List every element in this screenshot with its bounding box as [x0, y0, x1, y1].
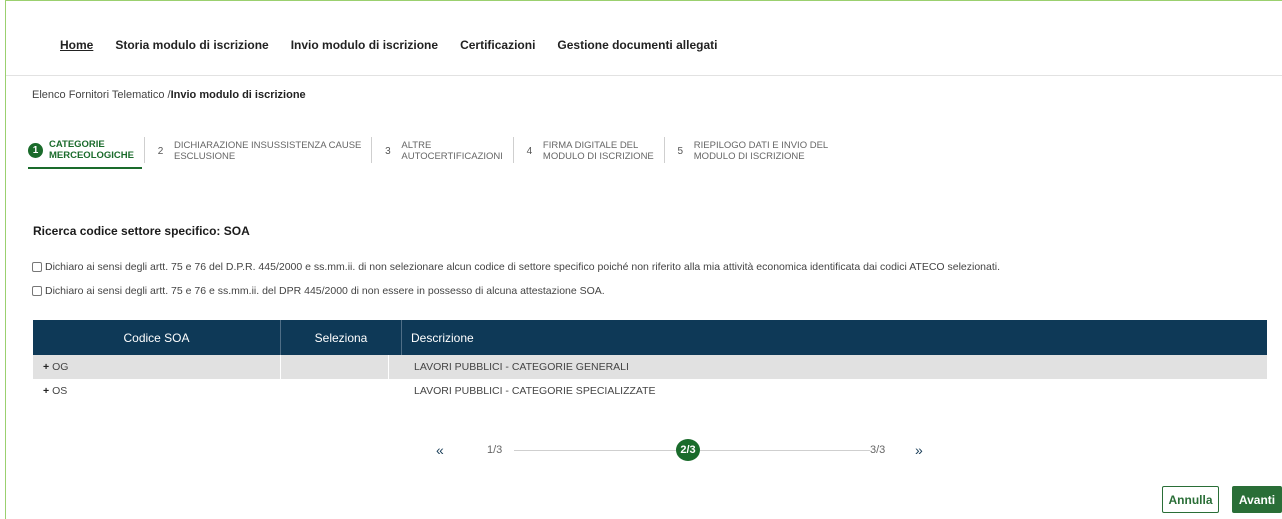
step-number-4: 4 — [526, 145, 533, 157]
step-categorie[interactable]: 1 CATEGORIE MERCEOLOGICHE — [28, 133, 142, 169]
header-codice-soa: Codice SOA — [33, 320, 281, 355]
breadcrumb: Elenco Fornitori Telematico /Invio modul… — [32, 89, 306, 101]
header-seleziona: Seleziona — [281, 320, 402, 355]
breadcrumb-parent[interactable]: Elenco Fornitori Telematico / — [32, 89, 171, 101]
step-separator — [371, 137, 373, 163]
nav-divider — [6, 75, 1282, 76]
cancel-button[interactable]: Annulla — [1162, 486, 1219, 513]
expand-plus-icon[interactable]: + — [43, 361, 49, 373]
step-label-3: ALTRE AUTOCERTIFICAZIONI — [401, 140, 503, 162]
next-button[interactable]: Avanti — [1232, 486, 1282, 513]
row-desc: LAVORI PUBBLICI - CATEGORIE GENERALI — [414, 361, 629, 373]
check-no-soa[interactable]: Dichiaro ai sensi degli artt. 75 e 76 e … — [32, 285, 605, 297]
header-descrizione: Descrizione — [411, 330, 474, 345]
step-number-1: 1 — [28, 142, 43, 158]
pager-page-1[interactable]: 1/3 — [487, 444, 502, 456]
table-row: + OS LAVORI PUBBLICI - CATEGORIE SPECIAL… — [33, 379, 1267, 403]
step-number-2: 2 — [157, 145, 164, 157]
row-code: OG — [52, 361, 69, 373]
pagination: « 1/3 2/3 3/3 » — [430, 438, 950, 462]
step-label-4: FIRMA DIGITALE DEL MODULO DI ISCRIZIONE — [542, 140, 654, 162]
row-desc: LAVORI PUBBLICI - CATEGORIE SPECIALIZZAT… — [414, 385, 656, 397]
pager-page-3[interactable]: 3/3 — [870, 444, 885, 456]
nav-invio-modulo[interactable]: Invio modulo di iscrizione — [291, 38, 438, 58]
nav-home[interactable]: Home — [60, 38, 93, 58]
step-separator — [663, 137, 665, 163]
row-select-cell — [281, 355, 389, 379]
row-select-cell — [281, 379, 389, 403]
step-number-5: 5 — [677, 145, 684, 157]
section-title: Ricerca codice settore specifico: SOA — [33, 224, 250, 238]
pager-track-right — [700, 450, 870, 451]
check-no-soa-label: Dichiaro ai sensi degli artt. 75 e 76 e … — [45, 285, 605, 297]
step-separator — [512, 137, 514, 163]
step-label-1: CATEGORIE MERCEOLOGICHE — [49, 139, 134, 161]
pager-first-icon[interactable]: « — [436, 442, 444, 458]
nav-certificazioni[interactable]: Certificazioni — [460, 38, 535, 58]
row-code-cell: + OS — [33, 379, 281, 403]
step-dichiarazione[interactable]: 2 DICHIARAZIONE INSUSSISTENZA CAUSE ESCLU… — [153, 133, 369, 169]
step-autocertificazioni[interactable]: 3 ALTRE AUTOCERTIFICAZIONI — [380, 133, 511, 169]
breadcrumb-current: Invio modulo di iscrizione — [170, 89, 306, 101]
pager-current-page[interactable]: 2/3 — [676, 439, 700, 461]
row-code: OS — [52, 385, 68, 397]
top-nav: Home Storia modulo di iscrizione Invio m… — [60, 38, 739, 58]
table-row: + OG LAVORI PUBBLICI - CATEGORIE GENERAL… — [33, 355, 1267, 379]
checkbox-no-settore[interactable] — [32, 262, 42, 272]
step-number-3: 3 — [385, 145, 391, 157]
row-code-cell: + OG — [33, 355, 281, 379]
step-label-2: DICHIARAZIONE INSUSSISTENZA CAUSE ESCLUSI… — [173, 140, 362, 162]
step-label-5: RIEPILOGO DATI E INVIO DEL MODULO DI ISCR… — [693, 140, 829, 162]
wizard-stepper: 1 CATEGORIE MERCEOLOGICHE 2 DICHIARAZIONE… — [28, 133, 836, 171]
soa-table: Codice SOA Seleziona Descrizione + OG LA… — [33, 320, 1267, 403]
step-separator — [143, 137, 145, 163]
nav-storia-modulo[interactable]: Storia modulo di iscrizione — [115, 38, 268, 58]
table-header: Codice SOA Seleziona Descrizione — [33, 320, 1267, 355]
check-no-settore[interactable]: Dichiaro ai sensi degli artt. 75 e 76 de… — [32, 261, 1000, 273]
check-no-settore-label: Dichiaro ai sensi degli artt. 75 e 76 de… — [45, 261, 1001, 273]
step-riepilogo[interactable]: 5 RIEPILOGO DATI E INVIO DEL MODULO DI IS… — [673, 133, 836, 169]
pager-track-left — [514, 450, 676, 451]
nav-gestione-documenti[interactable]: Gestione documenti allegati — [557, 38, 717, 58]
step-firma-digitale[interactable]: 4 FIRMA DIGITALE DEL MODULO DI ISCRIZIONE — [522, 133, 662, 169]
checkbox-no-soa[interactable] — [32, 286, 42, 296]
pager-last-icon[interactable]: » — [915, 442, 923, 458]
expand-plus-icon[interactable]: + — [43, 385, 49, 397]
